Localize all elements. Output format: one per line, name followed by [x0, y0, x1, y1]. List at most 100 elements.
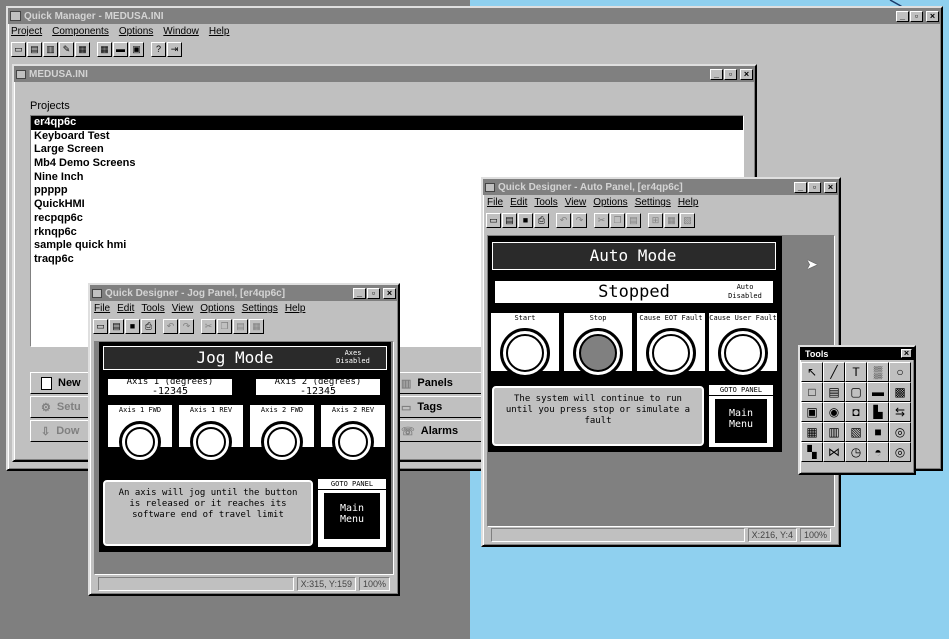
goto-tool-icon[interactable]: ▚	[801, 442, 823, 462]
child-close-button[interactable]: ×	[740, 68, 753, 80]
auto-knob-button[interactable]	[646, 328, 696, 378]
auto-goto-panel-button[interactable]: GOTO PANEL Main Menu	[708, 384, 774, 448]
jog-new-icon[interactable]: ▭	[93, 318, 108, 334]
grid-icon[interactable]: ▦	[97, 41, 112, 57]
auto-open-icon[interactable]: ▤	[502, 212, 517, 228]
jog-save-icon[interactable]: ■	[125, 318, 140, 334]
jog-menu-edit[interactable]: Edit	[117, 303, 134, 314]
jog-titlebar[interactable]: Quick Designer - Jog Panel, [er4qp6c] _ …	[90, 285, 398, 301]
dial-tool-icon[interactable]: ◎	[889, 422, 911, 442]
jog-knob-button[interactable]	[190, 421, 232, 463]
child-minimize-button[interactable]: _	[710, 68, 723, 80]
jog-menu-settings[interactable]: Settings	[242, 303, 278, 314]
target-tool-icon[interactable]: ◎	[889, 442, 911, 462]
jog-minimize-button[interactable]: _	[353, 287, 366, 299]
jog-grid-icon[interactable]: ▦	[249, 318, 264, 334]
auto-menu-help[interactable]: Help	[678, 197, 699, 208]
auto-cut-icon[interactable]: ✂	[594, 212, 609, 228]
image-tool-icon[interactable]: ▩	[889, 382, 911, 402]
jog-menu-options[interactable]: Options	[200, 303, 234, 314]
switch-tool-icon[interactable]: ⇆	[889, 402, 911, 422]
minimize-button[interactable]: _	[896, 10, 909, 22]
jog-cut-icon[interactable]: ✂	[201, 318, 216, 334]
auto-knob-button[interactable]	[573, 328, 623, 378]
auto-menu-view[interactable]: View	[565, 197, 587, 208]
jog-menu-view[interactable]: View	[172, 303, 194, 314]
auto-paste-icon[interactable]: ▤	[626, 212, 641, 228]
jog-knob-button[interactable]	[261, 421, 303, 463]
keypad-tool-icon[interactable]: ■	[867, 422, 889, 442]
panels-button[interactable]: ▥ Panels	[392, 372, 490, 394]
menu-options[interactable]: Options	[119, 26, 153, 37]
jog-knob-button[interactable]	[119, 421, 161, 463]
help-icon[interactable]: ?	[151, 41, 166, 57]
jog-close-button[interactable]: ×	[383, 287, 396, 299]
project-list-item[interactable]: Large Screen	[31, 143, 743, 157]
lamp-tool-icon[interactable]: ◉	[823, 402, 845, 422]
quick-manager-titlebar[interactable]: Quick Manager - MEDUSA.INI _ ▫ ×	[8, 8, 941, 24]
auto-maximize-button[interactable]: ▫	[808, 181, 821, 193]
child-maximize-button[interactable]: ▫	[724, 68, 737, 80]
button-tool-icon[interactable]: ▬	[867, 382, 889, 402]
jog-copy-icon[interactable]: ❐	[217, 318, 232, 334]
text-tool-icon[interactable]: T	[845, 362, 867, 382]
tools-close-button[interactable]: ×	[901, 349, 912, 358]
auto-print-icon[interactable]: ⎙	[534, 212, 549, 228]
open-icon[interactable]: ▤	[27, 41, 42, 57]
jog-menu-tools[interactable]: Tools	[141, 303, 164, 314]
meter-tool-icon[interactable]: ◓	[867, 442, 889, 462]
auto-undo-icon[interactable]: ↶	[556, 212, 571, 228]
jog-paste-icon[interactable]: ▤	[233, 318, 248, 334]
auto-knob-button[interactable]	[500, 328, 550, 378]
tools-titlebar[interactable]: Tools ×	[800, 347, 914, 360]
list-tool-icon[interactable]: ▥	[823, 422, 845, 442]
auto-align-icon[interactable]: ⊞	[648, 212, 663, 228]
numeric-tool-icon[interactable]: ▤	[823, 382, 845, 402]
auto-save-icon[interactable]: ■	[518, 212, 533, 228]
auto-grid-icon[interactable]: ▦	[664, 212, 679, 228]
ellipse-tool-icon[interactable]: ○	[889, 362, 911, 382]
auto-menu-edit[interactable]: Edit	[510, 197, 527, 208]
pointer-tool-icon[interactable]: ↖	[801, 362, 823, 382]
clock-tool-icon[interactable]: ◷	[845, 442, 867, 462]
panel-tool-icon[interactable]: ▧	[845, 422, 867, 442]
screen-icon[interactable]: ▣	[129, 41, 144, 57]
pattern-tool-icon[interactable]: ▒	[867, 362, 889, 382]
auto-knob-button[interactable]	[718, 328, 768, 378]
alarms-button[interactable]: ☏ Alarms	[392, 420, 490, 442]
jog-menu-help[interactable]: Help	[285, 303, 306, 314]
maximize-button[interactable]: ▫	[910, 10, 923, 22]
jog-knob-button[interactable]	[332, 421, 374, 463]
menu-components[interactable]: Components	[52, 26, 109, 37]
auto-minimize-button[interactable]: _	[794, 181, 807, 193]
auto-copy-icon[interactable]: ❐	[610, 212, 625, 228]
jog-open-icon[interactable]: ▤	[109, 318, 124, 334]
project-icon[interactable]: ▥	[43, 41, 58, 57]
auto-redo-icon[interactable]: ↷	[572, 212, 587, 228]
auto-titlebar[interactable]: Quick Designer - Auto Panel, [er4qp6c] _…	[483, 179, 839, 195]
jog-undo-icon[interactable]: ↶	[163, 318, 178, 334]
chart-icon[interactable]: ▦	[75, 41, 90, 57]
jog-goto-panel-button[interactable]: GOTO PANEL Main Menu	[317, 478, 387, 548]
rectangle-tool-icon[interactable]: □	[801, 382, 823, 402]
project-list-item[interactable]: Mb4 Demo Screens	[31, 157, 743, 171]
auto-menu-file[interactable]: File	[487, 197, 503, 208]
auto-close-button[interactable]: ×	[824, 181, 837, 193]
auto-size-icon[interactable]: ▧	[680, 212, 695, 228]
trend-tool-icon[interactable]: ⋈	[823, 442, 845, 462]
auto-menu-tools[interactable]: Tools	[534, 197, 557, 208]
menu-help[interactable]: Help	[209, 26, 230, 37]
auto-new-icon[interactable]: ▭	[486, 212, 501, 228]
tags-button[interactable]: ▭ Tags	[392, 396, 490, 418]
bitmap-tool-icon[interactable]: ▙	[867, 402, 889, 422]
auto-menu-options[interactable]: Options	[593, 197, 627, 208]
display-tool-icon[interactable]: ▣	[801, 402, 823, 422]
jog-print-icon[interactable]: ⎙	[141, 318, 156, 334]
jog-maximize-button[interactable]: ▫	[367, 287, 380, 299]
jog-redo-icon[interactable]: ↷	[179, 318, 194, 334]
line-tool-icon[interactable]: ╱	[823, 362, 845, 382]
gauge-tool-icon[interactable]: ◘	[845, 402, 867, 422]
new-file-icon[interactable]: ▭	[11, 41, 26, 57]
alarm-tool-icon[interactable]: ▦	[801, 422, 823, 442]
menu-window[interactable]: Window	[163, 26, 199, 37]
